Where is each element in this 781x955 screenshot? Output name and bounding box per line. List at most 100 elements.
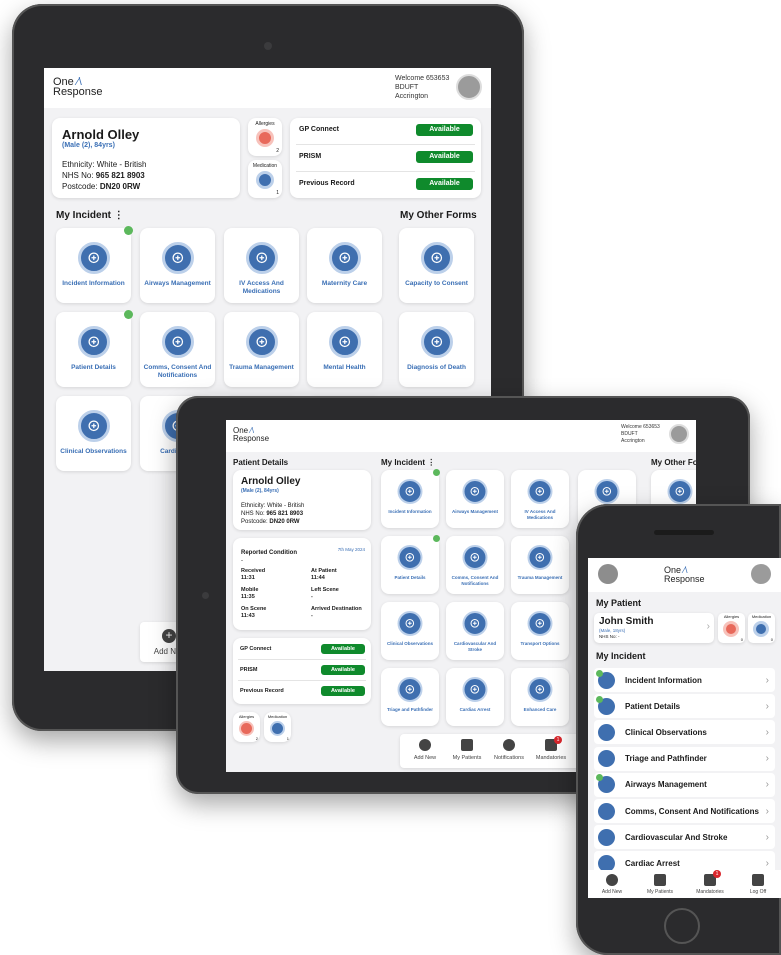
tile-comms-consent-and-notifications[interactable]: Comms, Consent And Notifications bbox=[446, 536, 504, 594]
list-item-clinical-observations[interactable]: Clinical Observations › bbox=[594, 720, 775, 745]
chevron-right-icon: › bbox=[765, 753, 769, 765]
tile-icon bbox=[397, 545, 423, 570]
time-value: 11:43 bbox=[241, 613, 255, 619]
time-value: - bbox=[311, 594, 313, 600]
tile-clinical-observations[interactable]: Clinical Observations bbox=[56, 396, 131, 471]
tile-label: Patient Details bbox=[394, 575, 426, 580]
phone-icon bbox=[77, 242, 110, 274]
medication-card[interactable]: Medication 0 bbox=[748, 613, 775, 643]
tile-airways-management[interactable]: Airways Management bbox=[140, 228, 215, 303]
home-button[interactable] bbox=[664, 908, 700, 944]
list-item-triage-and-pathfinder[interactable]: Triage and Pathfinder › bbox=[594, 746, 775, 771]
tile-label: Airways Management bbox=[451, 509, 498, 514]
tile-cardiac-arrest[interactable]: Cardiac Arrest bbox=[446, 668, 504, 726]
tile-label: Airways Management bbox=[144, 280, 211, 287]
patient-name: Arnold Olley bbox=[62, 127, 140, 142]
records-card: GP Connect Available PRISM Available Previou… bbox=[233, 638, 371, 704]
tile-label: Clinical Observations bbox=[386, 641, 433, 646]
list-item-airways-management[interactable]: Airways Management › bbox=[594, 772, 775, 797]
plus-icon bbox=[419, 739, 431, 751]
tile-maternity-care[interactable]: Maternity Care bbox=[307, 228, 382, 303]
bell-icon[interactable] bbox=[598, 564, 618, 584]
plus-icon: + bbox=[162, 629, 176, 643]
avatar[interactable] bbox=[669, 424, 689, 444]
gp-connect-status[interactable]: Available bbox=[416, 124, 473, 136]
tile-mental-health[interactable]: Mental Health bbox=[307, 312, 382, 387]
chevron-right-icon: › bbox=[706, 621, 710, 632]
patient-card[interactable]: Arnold Olley (Male (2), 84yrs) Ethnicity… bbox=[52, 118, 240, 198]
nav-log-off[interactable]: Log Off bbox=[736, 872, 780, 898]
clipboard-icon bbox=[77, 326, 110, 358]
tile-incident-information[interactable]: Incident Information bbox=[381, 469, 440, 528]
complete-indicator bbox=[124, 226, 133, 235]
tile-trauma-management[interactable]: Trauma Management bbox=[511, 536, 569, 594]
record-status[interactable]: Available bbox=[321, 665, 365, 675]
head-brain-icon bbox=[420, 242, 453, 274]
tile-patient-details[interactable]: Patient Details bbox=[381, 535, 440, 594]
mandatories-badge: 1 bbox=[554, 736, 562, 744]
patient-card[interactable]: Arnold Olley (Male (2), 84yrs) Ethnicity… bbox=[233, 470, 371, 530]
record-status[interactable]: Available bbox=[321, 644, 365, 654]
list-item-icon bbox=[598, 802, 615, 820]
tile-icon bbox=[397, 479, 423, 504]
tile-capacity-to-consent[interactable]: Capacity to Consent bbox=[399, 228, 474, 303]
nav-add-new[interactable]: Add New bbox=[590, 872, 634, 898]
list-item-incident-information[interactable]: Incident Information › bbox=[594, 668, 775, 692]
tile-cardiovascular-and-stroke[interactable]: Cardiovascular And Stroke bbox=[446, 602, 504, 660]
avatar[interactable] bbox=[456, 74, 482, 100]
nav-mandatories[interactable]: Mandatories 1 bbox=[530, 736, 572, 766]
my-incident-heading: My Incident bbox=[596, 651, 646, 661]
my-incident-heading: My Incident ⋮ bbox=[381, 458, 436, 467]
tile-icon bbox=[397, 611, 423, 636]
allergies-card[interactable]: Allergies 0 bbox=[718, 613, 745, 643]
patient-card[interactable]: John Smith (Male, 18yrs) NHS No: - › bbox=[594, 613, 714, 643]
prism-status[interactable]: Available bbox=[416, 151, 473, 163]
allergies-card[interactable]: Allergies 2 bbox=[233, 712, 260, 742]
list-item-comms-consent-and-notifications[interactable]: Comms, Consent And Notifications › bbox=[594, 799, 775, 823]
nav-my-patients[interactable]: My Patients bbox=[638, 872, 682, 898]
tile-enhanced-care[interactable]: Enhanced Care bbox=[511, 668, 569, 726]
medication-card[interactable]: Medication 1 bbox=[248, 160, 282, 198]
record-label: GP Connect bbox=[240, 646, 272, 652]
medication-card[interactable]: Medication 1 bbox=[264, 712, 291, 742]
tile-icon bbox=[667, 479, 693, 504]
time-value: 11:44 bbox=[311, 575, 325, 581]
tile-icon bbox=[527, 479, 553, 504]
tile-patient-details[interactable]: Patient Details bbox=[56, 310, 133, 387]
tile-airways-management[interactable]: Airways Management bbox=[446, 470, 504, 528]
tile-label: Incident Information bbox=[388, 509, 432, 514]
tile-comms-consent-and-notifications[interactable]: Comms, Consent And Notifications bbox=[140, 312, 215, 387]
allergy-icon bbox=[256, 129, 274, 147]
tile-label: Enhanced Care bbox=[523, 707, 557, 712]
record-status[interactable]: Available bbox=[321, 686, 365, 696]
nav-notifications[interactable]: Notifications bbox=[488, 736, 530, 766]
tile-label: Incident Information bbox=[62, 280, 125, 287]
phone-screen: One ⁄\ Response My Patient John Smith (M… bbox=[588, 558, 781, 898]
nav-my-patients[interactable]: My Patients bbox=[446, 736, 488, 766]
allergies-card[interactable]: Allergies 2 bbox=[248, 118, 282, 156]
tile-iv-access-and-medications[interactable]: IV Access And Medications bbox=[224, 228, 299, 303]
list-item-cardiovascular-and-stroke[interactable]: Cardiovascular And Stroke › bbox=[594, 825, 775, 850]
tile-transport-options[interactable]: Transport Options bbox=[511, 602, 569, 660]
pill-icon bbox=[270, 721, 285, 736]
allergy-icon bbox=[723, 621, 739, 637]
lungs-icon bbox=[161, 242, 194, 274]
tile-label: Cardiac Arrest bbox=[459, 707, 491, 712]
tile-iv-access-and-medications[interactable]: IV Access And Medications bbox=[511, 470, 569, 528]
tile-label: Capacity to Consent bbox=[405, 280, 468, 287]
avatar[interactable] bbox=[751, 564, 771, 584]
list-item-patient-details[interactable]: Patient Details › bbox=[594, 694, 775, 719]
tile-triage-and-pathfinder[interactable]: Triage and Pathfinder bbox=[381, 668, 439, 726]
tile-diagnosis-of-death[interactable]: Diagnosis of Death bbox=[399, 312, 474, 387]
time-label: On Scene bbox=[241, 606, 267, 612]
tile-clinical-observations[interactable]: Clinical Observations bbox=[381, 602, 439, 660]
time-label: Mobile bbox=[241, 587, 259, 593]
tile-incident-information[interactable]: Incident Information bbox=[56, 226, 133, 303]
pill-icon bbox=[256, 171, 274, 189]
nav-mandatories[interactable]: Mandatories 1 bbox=[688, 870, 732, 898]
reported-condition-card[interactable]: Reported Condition 7th May 2024 - Receiv… bbox=[233, 538, 371, 630]
tile-icon bbox=[527, 611, 553, 636]
tile-trauma-management[interactable]: Trauma Management bbox=[224, 312, 299, 387]
nav-add-new[interactable]: Add New bbox=[404, 736, 446, 766]
previous-record-status[interactable]: Available bbox=[416, 178, 473, 190]
